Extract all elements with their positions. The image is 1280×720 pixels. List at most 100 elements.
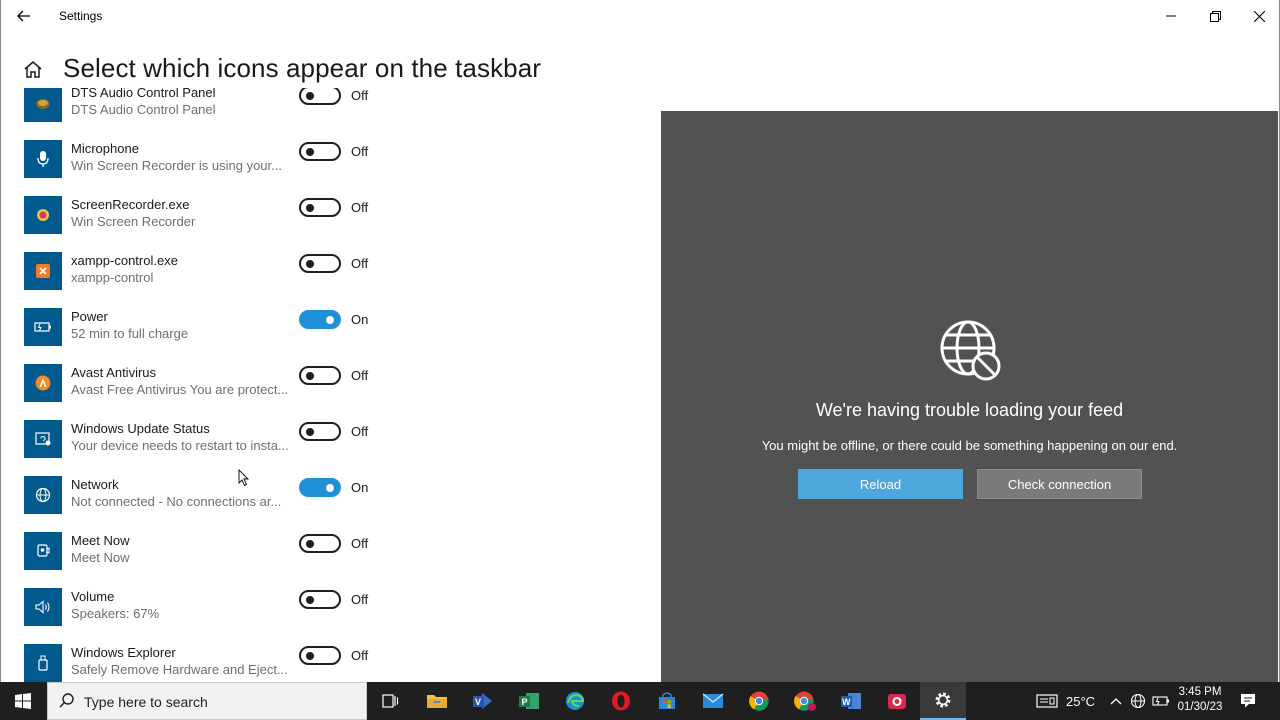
page-header: Select which icons appear on the taskbar [1, 48, 661, 90]
chrome-icon[interactable] [736, 682, 782, 720]
battery-icon [24, 308, 62, 346]
icon-row-description: Your device needs to restart to insta... [71, 438, 289, 453]
mouse-cursor-icon [238, 469, 250, 487]
icon-row-windows-explorer: Windows Explorer Safely Remove Hardware … [1, 644, 661, 682]
toggle-switch[interactable] [299, 310, 341, 329]
store-icon[interactable] [644, 682, 690, 720]
feed-error-title: We're having trouble loading your feed [815, 400, 1124, 420]
home-icon[interactable] [21, 58, 45, 82]
icon-row-meet-now: Meet Now Meet Now Off [1, 532, 661, 588]
search-icon [59, 693, 74, 708]
windows-logo-icon [15, 693, 31, 709]
title-bar: Settings [1, 0, 1279, 32]
icon-row-name: DTS Audio Control Panel [71, 88, 216, 100]
toggle-knob [306, 147, 314, 156]
globe-icon [24, 476, 62, 514]
toggle-state-label: On [351, 480, 369, 495]
check-connection-button[interactable]: Check connection [977, 469, 1142, 499]
icon-row-avast: Avast Antivirus Avast Free Antivirus You… [1, 364, 661, 420]
search-placeholder: Type here to search [84, 694, 208, 710]
toggle-state-label: Off [351, 144, 369, 159]
icon-row-description: Win Screen Recorder [71, 214, 196, 229]
microphone-icon [24, 140, 62, 178]
minimize-icon [1166, 15, 1176, 17]
page-title: Select which icons appear on the taskbar [63, 53, 542, 83]
icon-row-description: Safely Remove Hardware and Eject... [71, 662, 288, 677]
toggle-state-label: Off [351, 88, 369, 103]
toggle-knob [306, 371, 314, 380]
edge-icon[interactable] [552, 682, 598, 720]
chevron-up-icon[interactable] [1106, 682, 1126, 720]
svg-text:V: V [475, 697, 481, 707]
taskbar-search[interactable]: Type here to search [47, 682, 367, 720]
notifications-icon[interactable] [1232, 682, 1264, 720]
screen-recorder-taskbar-icon[interactable] [874, 682, 920, 720]
taskbar: Type here to search V P W 25°C 3:45 PM 0… [0, 682, 1280, 720]
battery-tray-icon[interactable] [1150, 682, 1172, 720]
start-button[interactable] [0, 682, 46, 720]
system-clock[interactable]: 3:45 PM 01/30/23 [1172, 685, 1228, 715]
usb-drive-icon [24, 644, 62, 682]
clock-time: 3:45 PM [1178, 686, 1222, 698]
toggle-switch[interactable] [299, 142, 341, 161]
toggle-switch[interactable] [299, 646, 341, 665]
icon-row-name: Windows Update Status [71, 421, 210, 436]
toggle-knob [306, 259, 314, 268]
reload-button[interactable]: Reload [798, 469, 963, 499]
screen-recorder-icon [24, 196, 62, 234]
file-explorer-icon[interactable] [414, 682, 460, 720]
settings-gear-icon[interactable] [920, 682, 966, 720]
back-arrow-icon [17, 10, 30, 22]
icon-row-description: DTS Audio Control Panel [71, 102, 216, 117]
weather-icon[interactable] [1032, 682, 1062, 720]
toggle-state-label: Off [351, 256, 369, 271]
toggle-knob [306, 91, 314, 100]
icon-list: DTS Audio Control Panel DTS Audio Contro… [1, 88, 661, 682]
icon-row-name: Meet Now [71, 533, 130, 548]
minimize-button[interactable] [1149, 2, 1193, 30]
desktop: Settings Select which icons appear on th… [0, 0, 1280, 720]
meet-now-icon [24, 532, 62, 570]
toggle-switch[interactable] [299, 478, 341, 497]
icon-row-xampp: xampp-control.exe xampp-control Off [1, 252, 661, 308]
clock-date: 01/30/23 [1177, 701, 1223, 713]
toggle-state-label: Off [351, 648, 369, 663]
restore-button[interactable] [1193, 2, 1237, 30]
icon-row-screenrecorder: ScreenRecorder.exe Win Screen Recorder O… [1, 196, 661, 252]
icon-row-network: Network Not connected - No connections a… [1, 476, 661, 532]
icon-row-power: Power 52 min to full charge On [1, 308, 661, 364]
opera-icon[interactable] [598, 682, 644, 720]
speaker-icon [24, 588, 62, 626]
toggle-switch[interactable] [299, 254, 341, 273]
toggle-knob [306, 203, 314, 212]
word-icon[interactable]: W [828, 682, 874, 720]
icon-row-name: Microphone [71, 141, 139, 156]
app-title: Settings [59, 9, 103, 23]
toggle-switch[interactable] [299, 88, 341, 105]
network-tray-icon[interactable] [1128, 682, 1148, 720]
mail-icon[interactable] [690, 682, 736, 720]
visio-icon[interactable]: V [460, 682, 506, 720]
icon-row-name: Power [71, 309, 108, 324]
close-button[interactable] [1237, 2, 1279, 30]
icon-row-description: Speakers: 67% [71, 606, 160, 621]
back-button[interactable] [9, 3, 39, 29]
svg-text:W: W [842, 697, 851, 707]
toggle-knob [306, 651, 314, 660]
avast-icon [24, 364, 62, 402]
restore-icon [1209, 10, 1221, 22]
chrome-profile-icon[interactable] [782, 682, 828, 720]
news-feed-panel: We're having trouble loading your feed Y… [661, 111, 1278, 682]
toggle-switch[interactable] [299, 198, 341, 217]
temperature[interactable]: 25°C [1066, 694, 1095, 709]
toggle-switch[interactable] [299, 590, 341, 609]
toggle-switch[interactable] [299, 422, 341, 441]
toggle-switch[interactable] [299, 366, 341, 385]
toggle-state-label: On [351, 312, 369, 327]
task-view-icon[interactable] [367, 682, 413, 720]
dts-audio-icon [24, 88, 62, 122]
toggle-switch[interactable] [299, 534, 341, 553]
xampp-icon [24, 252, 62, 290]
offline-globe-icon [940, 320, 1001, 381]
project-icon[interactable]: P [506, 682, 552, 720]
